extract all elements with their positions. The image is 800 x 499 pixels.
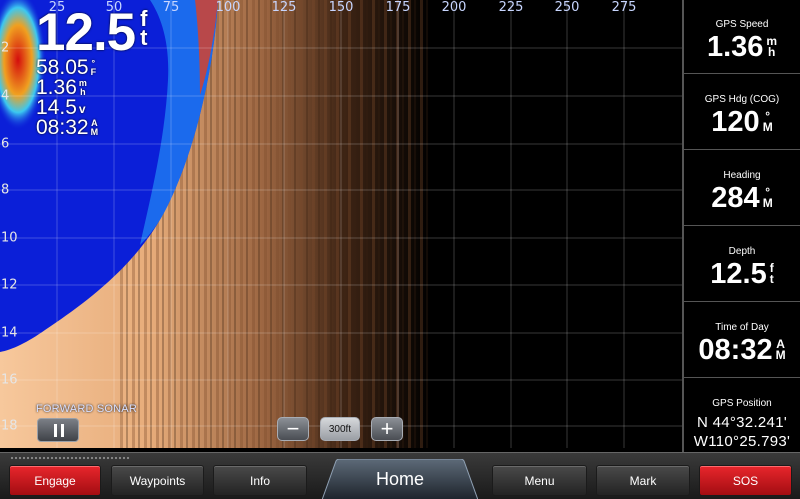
y-tick: 14 (1, 325, 18, 341)
info-button[interactable]: Info (213, 465, 307, 496)
overlay-depth: 12.5 f t (36, 6, 147, 59)
longitude-value: W110°25.793' (693, 432, 791, 450)
field-label: Depth (728, 246, 756, 257)
x-tick: 125 (271, 0, 297, 15)
x-tick: 150 (328, 0, 354, 15)
overlay-time-unit: AM (90, 118, 99, 137)
overlay-temperature-unit: ° F (90, 58, 97, 77)
field-value: 284 (711, 182, 760, 214)
x-tick: 75 (162, 0, 180, 15)
field-label: Time of Day (715, 322, 769, 333)
y-tick: 10 (1, 230, 18, 246)
overlay-depth-unit: ft (140, 6, 148, 50)
field-value: 120 (711, 106, 760, 138)
field-gps-position[interactable]: GPS Position N 44°32.241' W110°25.793' (684, 379, 800, 452)
field-label: GPS Position (712, 398, 772, 409)
overlay-water-temperature: 58.05 ° F (36, 57, 96, 78)
field-unit: mh (766, 34, 778, 59)
y-tick: 6 (1, 136, 10, 152)
field-value: 1.36 (706, 31, 764, 63)
sonar-image (0, 0, 682, 448)
x-tick: 200 (441, 0, 467, 15)
x-tick: 225 (498, 0, 524, 15)
waypoints-button[interactable]: Waypoints (111, 465, 204, 496)
field-heading[interactable]: Heading 284 ° M (684, 151, 800, 226)
y-tick: 12 (1, 277, 18, 293)
bottom-button-bar: Engage Waypoints Info Home Menu Mark SOS (0, 452, 800, 499)
overlay-voltage: 14.5 v (36, 97, 86, 118)
mark-button[interactable]: Mark (596, 465, 690, 496)
overlay-speed-unit: mh (78, 78, 87, 97)
home-button[interactable]: Home (322, 459, 478, 499)
y-tick: 16 (1, 372, 18, 388)
x-tick: 100 (215, 0, 241, 15)
latitude-value: N 44°32.241' (696, 414, 788, 431)
zoom-out-button[interactable]: − (277, 417, 309, 441)
field-depth[interactable]: Depth 12.5 ft (684, 227, 800, 302)
field-gps-heading[interactable]: GPS Hdg (COG) 120 ° M (684, 75, 800, 150)
data-fields-panel[interactable]: GPS Speed 1.36 mh GPS Hdg (COG) 120 ° M H… (682, 0, 800, 452)
field-label: GPS Speed (715, 19, 769, 30)
y-tick: 8 (1, 182, 10, 198)
zoom-range-button[interactable]: 300ft (320, 417, 360, 441)
overlay-temperature-value: 58.05 (36, 56, 89, 79)
overlay-voltage-value: 14.5 (36, 96, 77, 119)
overlay-speed: 1.36 m h (36, 77, 87, 98)
home-button-label: Home (375, 469, 424, 489)
forward-sonar-view[interactable]: 25 50 75 100 125 150 175 200 225 250 275… (0, 0, 682, 448)
engage-button[interactable]: Engage (9, 465, 101, 496)
overlay-time-value: 08:32 (36, 116, 89, 139)
x-tick: 250 (554, 0, 580, 15)
field-unit: AM (775, 337, 786, 362)
x-tick: 175 (385, 0, 411, 15)
field-unit: ° M (762, 185, 773, 210)
overlay-speed-value: 1.36 (36, 76, 77, 99)
field-label: GPS Hdg (COG) (704, 94, 780, 105)
field-time-of-day[interactable]: Time of Day 08:32 AM (684, 303, 800, 378)
bar-grip-dots (10, 456, 130, 460)
field-value: 08:32 (698, 334, 773, 366)
field-gps-speed[interactable]: GPS Speed 1.36 mh (684, 0, 800, 74)
field-label: Heading (723, 170, 761, 181)
sonar-mode-label: FORWARD SONAR (36, 403, 137, 415)
field-value: 12.5 (710, 258, 767, 290)
zoom-in-button[interactable]: + (371, 417, 403, 441)
overlay-depth-value: 12.5 (36, 3, 136, 62)
overlay-voltage-unit: v (78, 102, 86, 116)
y-tick: 18 (1, 418, 18, 434)
overlay-time: 08:32 A M (36, 117, 98, 138)
pause-button[interactable] (37, 418, 79, 442)
y-tick: 2 (1, 40, 10, 56)
field-unit: ft (769, 261, 774, 286)
sos-button[interactable]: SOS (699, 465, 792, 496)
x-tick: 275 (611, 0, 637, 15)
menu-button[interactable]: Menu (492, 465, 587, 496)
field-unit: ° M (762, 109, 773, 134)
y-tick: 4 (1, 88, 10, 104)
